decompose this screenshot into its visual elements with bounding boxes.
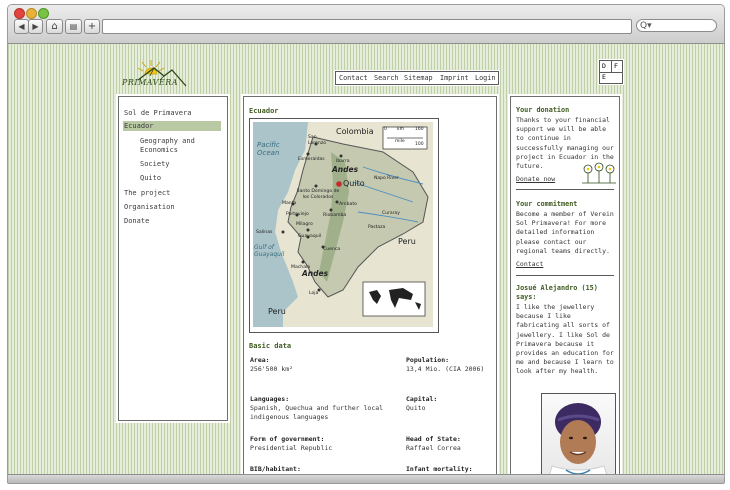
fact-label: Population: bbox=[406, 356, 450, 364]
student-photo bbox=[541, 393, 616, 474]
browser-toolbar: ◀ ▶ ⌂ ▤ + Q▾ bbox=[8, 5, 724, 44]
city-guayaquil: Guayaquil bbox=[298, 234, 322, 239]
basic-data-title: Basic data bbox=[249, 342, 292, 350]
city-salinas: Salinas bbox=[256, 230, 273, 235]
city-ibarra: Ibarra bbox=[336, 159, 350, 164]
nav-login[interactable]: Login bbox=[475, 72, 495, 84]
fact-label: Head of State: bbox=[406, 435, 461, 443]
sidebar-item-geography[interactable]: Geography and Economics bbox=[140, 137, 210, 155]
sidebar-item-donate[interactable]: Donate bbox=[124, 217, 149, 225]
city-machala: Machala bbox=[291, 265, 311, 270]
nav-imprint[interactable]: Imprint bbox=[440, 72, 469, 84]
city-san-lorenzo: San Lorenzo bbox=[308, 135, 327, 146]
home-button[interactable]: ⌂ bbox=[46, 19, 63, 34]
city-santo-domingo: Santo Domingo de los Colorados bbox=[296, 189, 340, 200]
nav-contact[interactable]: Contact bbox=[339, 72, 368, 84]
home-icon: ⌂ bbox=[51, 21, 58, 32]
address-bar[interactable] bbox=[102, 19, 632, 34]
sidebar-item-quito[interactable]: Quito bbox=[140, 174, 161, 182]
site-logo[interactable]: PRIMAVERA bbox=[120, 56, 192, 90]
close-window-button[interactable] bbox=[14, 8, 25, 19]
fact-label: Capital: bbox=[406, 395, 438, 403]
fact-value: 256'500 km² bbox=[250, 365, 294, 373]
city-cuenca: Cuenca bbox=[323, 247, 341, 252]
fact-value: Presidential Republic bbox=[250, 444, 333, 452]
ecuador-map: Colombia Pacific Ocean Andes Quito Peru … bbox=[249, 118, 439, 333]
back-icon: ◀ bbox=[18, 22, 25, 31]
city-riobamba: Riobamba bbox=[323, 213, 347, 218]
sidebar-item-label: Ecuador bbox=[124, 122, 154, 130]
city-loja: Loja bbox=[309, 291, 319, 296]
back-button[interactable]: ◀ bbox=[14, 19, 29, 34]
city-esmeraldas: Esmeraldas bbox=[298, 157, 325, 162]
flowers-icon bbox=[582, 162, 616, 184]
fact-label: Area: bbox=[250, 356, 270, 364]
fact-value: Raffael Correa bbox=[406, 444, 461, 452]
donate-now-link[interactable]: Donate now bbox=[516, 175, 555, 184]
fact-value: 13,4 Mio. (CIA 2006) bbox=[406, 365, 485, 373]
right-sidebar: Your donation Thanks to your financial s… bbox=[510, 96, 620, 474]
print-icon: ▤ bbox=[69, 22, 78, 31]
plus-icon: + bbox=[87, 21, 97, 32]
zoom-window-button[interactable] bbox=[38, 8, 49, 19]
quote-author: Josué Alejandro (15) says: bbox=[516, 284, 598, 301]
page-title: Ecuador bbox=[249, 107, 279, 115]
nav-sitemap[interactable]: Sitemap bbox=[404, 72, 433, 84]
contact-link[interactable]: Contact bbox=[516, 260, 543, 269]
sidebar-item-sol-de-primavera[interactable]: Sol de Primavera bbox=[124, 109, 191, 117]
add-bookmark-button[interactable]: + bbox=[84, 19, 100, 34]
city-ambato: Ambato bbox=[339, 202, 357, 207]
divider bbox=[516, 275, 614, 276]
commitment-text: Become a member of Verein Sol Primavera!… bbox=[516, 210, 614, 255]
language-switcher: D F E bbox=[599, 60, 623, 84]
fact-label: Languages: bbox=[250, 395, 290, 403]
quote-text: I like the jewellery because I like fabr… bbox=[516, 303, 614, 376]
lang-de[interactable]: D bbox=[602, 62, 606, 70]
print-button[interactable]: ▤ bbox=[65, 19, 82, 34]
minimize-window-button[interactable] bbox=[26, 8, 37, 19]
forward-icon: ▶ bbox=[32, 22, 39, 31]
lang-fr[interactable]: F bbox=[614, 62, 618, 70]
nav-search[interactable]: Search bbox=[374, 72, 399, 84]
lang-divider bbox=[611, 61, 612, 72]
student-portrait bbox=[549, 403, 608, 474]
city-milagro: Milagro bbox=[296, 222, 313, 227]
status-bar bbox=[8, 474, 724, 483]
main-content: Ecuador Colombia Pacific Ocean Andes Qui… bbox=[243, 96, 497, 474]
sidebar-item-ecuador[interactable]: Ecuador bbox=[123, 121, 221, 131]
fact-value: Quito bbox=[406, 404, 426, 412]
donation-title: Your donation bbox=[516, 106, 570, 114]
sidebar: Sol de Primavera Ecuador Geography and E… bbox=[118, 96, 228, 421]
city-portoviejo: Portoviejo bbox=[286, 212, 309, 217]
fact-label: Form of government: bbox=[250, 435, 325, 443]
browser-search-field[interactable]: Q▾ bbox=[636, 19, 717, 32]
divider bbox=[516, 189, 614, 190]
city-manta: Manta bbox=[282, 201, 297, 206]
map-city-labels: San Lorenzo Esmeraldas Ibarra Santo Domi… bbox=[250, 119, 438, 332]
fact-label: BIB/habitant: bbox=[250, 465, 301, 473]
fact-value: Spanish, Quechua and further local indig… bbox=[250, 404, 384, 421]
sidebar-item-project[interactable]: The project bbox=[124, 189, 170, 197]
lang-en[interactable]: E bbox=[602, 73, 606, 81]
sidebar-item-organisation[interactable]: Organisation bbox=[124, 203, 175, 211]
sidebar-item-society[interactable]: Society bbox=[140, 160, 170, 168]
forward-button[interactable]: ▶ bbox=[28, 19, 43, 34]
commitment-title: Your commitment bbox=[516, 200, 578, 208]
search-icon: Q▾ bbox=[640, 21, 652, 31]
top-nav: Contact Search Sitemap Imprint Login bbox=[335, 71, 499, 85]
logo-text: PRIMAVERA bbox=[122, 78, 179, 87]
browser-window: ◀ ▶ ⌂ ▤ + Q▾ PRIMAVERA Contact Search Si… bbox=[7, 4, 725, 484]
page-viewport: PRIMAVERA Contact Search Sitemap Imprint… bbox=[8, 44, 724, 474]
fact-label: Infant mortality: bbox=[406, 465, 473, 473]
